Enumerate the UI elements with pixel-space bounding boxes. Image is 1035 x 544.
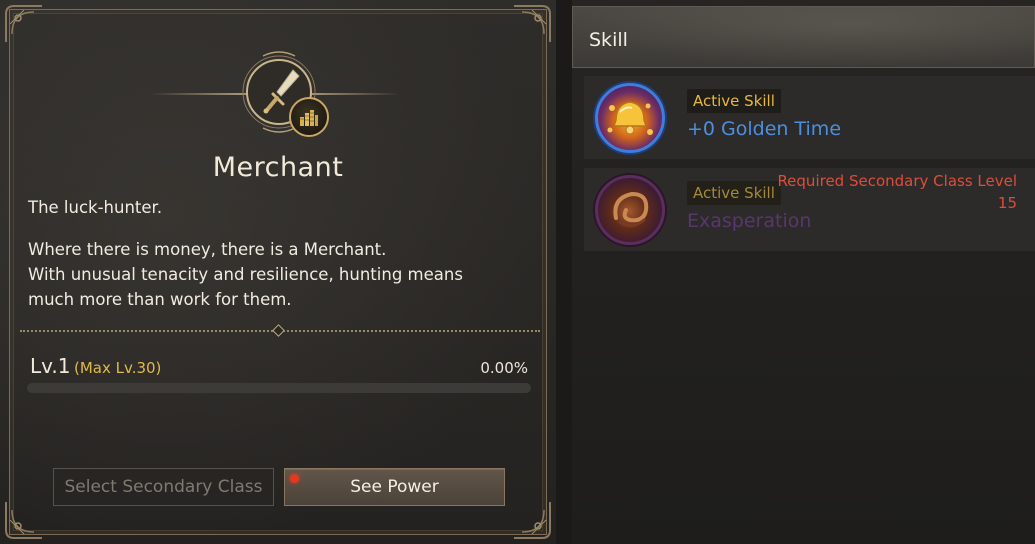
skill-panel: Skill Active Skill +0 Golden Time Active… [572,0,1035,544]
gold-coins-icon [289,97,329,137]
class-tagline: The luck-hunter. [28,198,163,217]
skill-type-tag: Active Skill [687,89,781,113]
skill-type-tag: Active Skill [687,181,781,205]
class-description: Where there is money, there is a Merchan… [28,240,463,309]
exp-percent: 0.00% [480,359,528,377]
see-power-label: See Power [350,477,439,497]
ornament-corner-icon [512,500,552,540]
notification-dot-icon [290,474,299,483]
skill-name: +0 Golden Time [687,118,842,140]
exp-progress-bar [27,383,531,393]
ornament-corner-icon [4,4,44,44]
skill-card-golden-time[interactable]: Active Skill +0 Golden Time [584,76,1035,159]
skill-header-title: Skill [589,29,628,51]
class-title: Merchant [212,152,344,183]
select-secondary-class-button[interactable]: Select Secondary Class [53,468,274,506]
ornament-corner-icon [512,4,552,44]
class-info-panel: Merchant The luck-hunter. Where there is… [0,0,556,544]
requirement-value: 15 [997,194,1017,212]
level-requirement: Required Secondary Class Level 15 [777,170,1017,214]
max-level-label: (Max Lv.30) [74,359,162,377]
requirement-label: Required Secondary Class Level [777,172,1017,190]
skill-card-exasperation[interactable]: Active Skill Exasperation Required Secon… [584,168,1035,251]
golden-bell-icon [595,83,665,153]
see-power-button[interactable]: See Power [284,468,505,506]
section-divider [20,324,540,337]
swirl-orb-icon [595,175,665,245]
ornament-corner-icon [4,500,44,540]
level-label: Lv.1 [30,354,71,378]
skill-header: Skill [572,6,1035,68]
